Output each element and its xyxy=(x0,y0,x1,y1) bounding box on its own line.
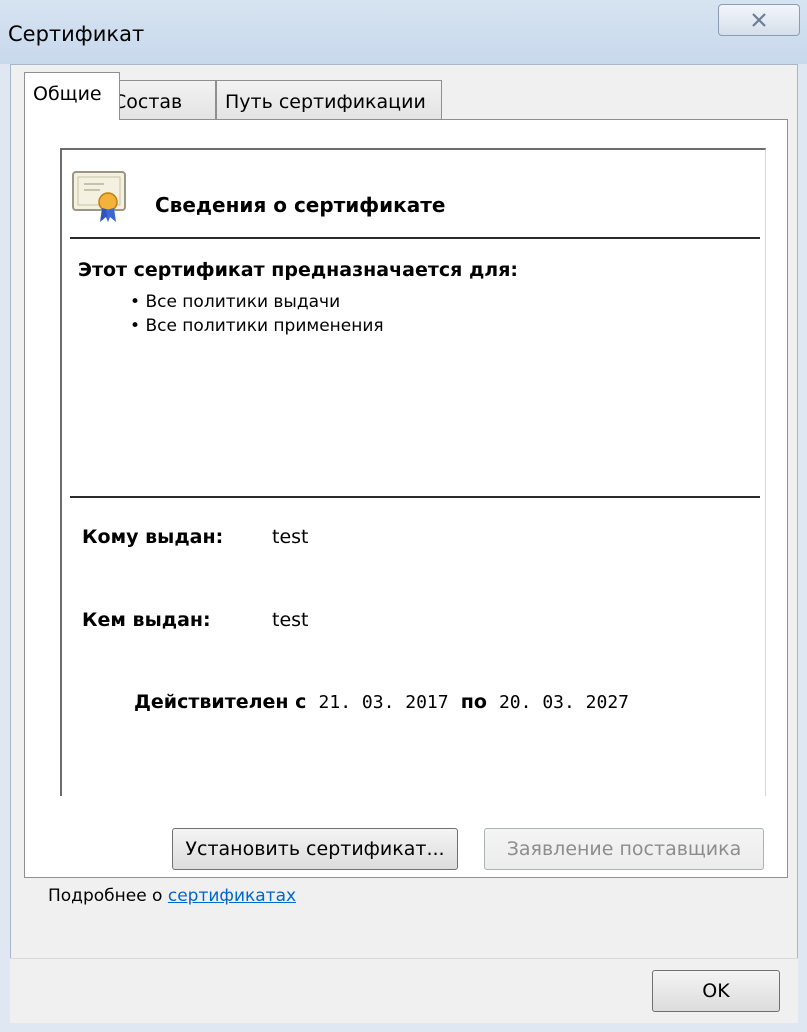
heading-divider xyxy=(70,237,760,239)
learn-more-text: Подробнее о сертификатах xyxy=(48,886,296,906)
bullet-icon: • xyxy=(130,316,141,336)
window-title: Сертификат xyxy=(8,22,145,46)
tab-general-label: Общие xyxy=(33,83,102,105)
details-divider xyxy=(70,496,760,498)
tab-general[interactable]: Общие xyxy=(24,72,120,120)
purpose-list-item: • Все политики выдачи xyxy=(130,292,340,312)
purpose-item-1: Все политики выдачи xyxy=(145,292,341,312)
certificate-icon xyxy=(72,171,126,222)
ok-button-label: OK xyxy=(702,980,730,1002)
valid-to-label: по xyxy=(460,691,487,713)
issuer-statement-label: Заявление поставщика xyxy=(506,838,742,860)
tab-certification-path-label: Путь сертификации xyxy=(225,91,426,113)
issued-to-value: test xyxy=(272,526,309,548)
issuer-statement-button[interactable]: Заявление поставщика xyxy=(484,828,764,870)
tab-composition-label: Состав xyxy=(113,91,183,113)
tab-composition[interactable]: Состав xyxy=(104,80,216,120)
install-certificate-button[interactable]: Установить сертификат... xyxy=(172,828,458,870)
certificates-link[interactable]: сертификатах xyxy=(168,886,296,906)
issued-by-value: test xyxy=(272,609,309,631)
purpose-list-item: • Все политики применения xyxy=(130,316,384,336)
valid-from-value: 21. 03. 2017 xyxy=(318,692,449,713)
close-icon xyxy=(752,13,766,27)
learn-more-prefix: Подробнее о xyxy=(48,886,168,906)
tab-certification-path[interactable]: Путь сертификации xyxy=(216,80,442,120)
issued-by-label: Кем выдан: xyxy=(82,609,211,631)
close-button[interactable] xyxy=(718,4,800,36)
bullet-icon: • xyxy=(130,292,141,312)
valid-from-label: Действителен с xyxy=(134,691,307,713)
certificate-info-heading: Сведения о сертификате xyxy=(155,193,446,217)
issued-to-label: Кому выдан: xyxy=(82,526,224,548)
purpose-item-2: Все политики применения xyxy=(145,316,384,336)
valid-to-value: 20. 03. 2027 xyxy=(498,692,630,713)
ok-button[interactable]: OK xyxy=(652,970,780,1012)
title-bar: Сертификат xyxy=(0,0,807,64)
purpose-title: Этот сертификат предназначается для: xyxy=(78,259,519,281)
validity-row: Действителен с 21. 03. 2017 по 20. 03. 2… xyxy=(134,691,629,713)
certificate-dialog: Сертификат Состав Путь сертификации Общи… xyxy=(0,0,807,1032)
install-certificate-label: Установить сертификат... xyxy=(185,838,445,860)
